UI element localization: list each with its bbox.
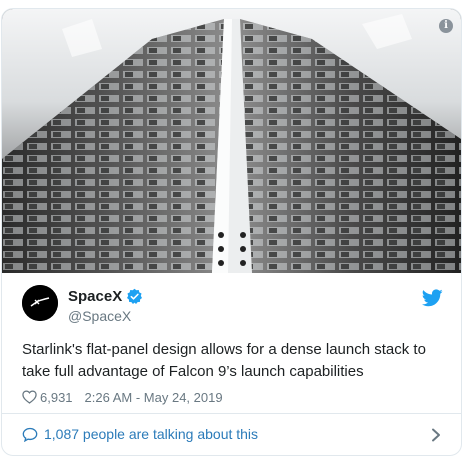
tweet-timestamp[interactable]: 2:26 AM - May 24, 2019 — [85, 390, 223, 405]
tweet-footer[interactable]: 1,087 people are talking about this — [2, 414, 461, 455]
tweet-text: Starlink's flat-panel design allows for … — [22, 341, 426, 380]
heart-icon[interactable] — [22, 390, 37, 404]
avatar[interactable] — [22, 285, 58, 321]
spacex-logo-icon — [22, 285, 58, 321]
starlink-stack-illustration — [2, 9, 461, 273]
conversation-link[interactable]: 1,087 people are talking about this — [44, 426, 258, 442]
verified-badge-icon — [127, 288, 143, 305]
info-icon[interactable]: i — [439, 19, 453, 33]
tweet-header: SpaceX @SpaceX — [2, 283, 461, 329]
chevron-right-icon[interactable] — [431, 428, 441, 442]
author-name-row[interactable]: SpaceX — [68, 288, 143, 305]
speech-bubble-icon — [22, 427, 38, 442]
tweet-media-image[interactable]: i — [2, 9, 461, 273]
tweet-meta: 6,931 2:26 AM - May 24, 2019 — [22, 387, 223, 407]
author-name[interactable]: SpaceX — [68, 288, 122, 305]
like-count[interactable]: 6,931 — [40, 390, 73, 405]
tweet-card: i SpaceX @SpaceX Starlink's flat-panel d… — [1, 8, 462, 456]
author-handle[interactable]: @SpaceX — [68, 308, 131, 324]
twitter-bird-icon[interactable] — [422, 289, 443, 307]
